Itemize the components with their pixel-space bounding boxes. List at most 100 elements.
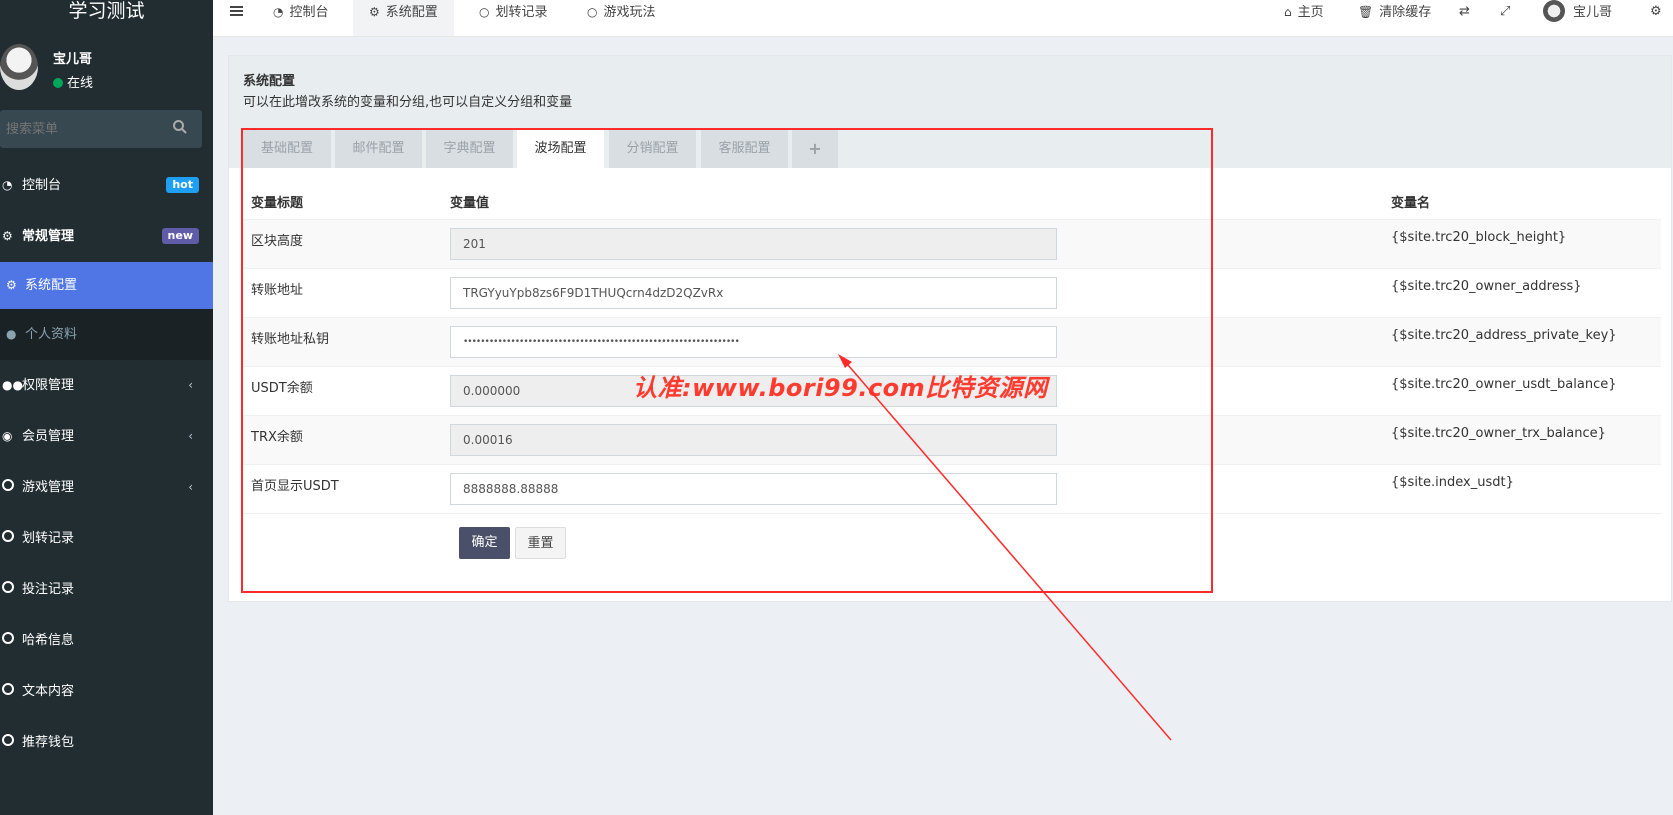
table-row: TRX余额 0.00016 {$site.trc20_owner_trx_bal…	[243, 415, 1661, 465]
sidebar-item-label: 控制台	[22, 178, 62, 193]
tab-game-rules[interactable]: ○ 游戏玩法	[587, 0, 656, 36]
menu-toggle-icon[interactable]	[230, 6, 243, 17]
tab-mail[interactable]: 邮件配置	[335, 130, 422, 168]
variable-name: {$site.index_usdt}	[1391, 475, 1514, 490]
reset-button[interactable]: 重置	[515, 527, 566, 559]
new-badge: new	[161, 228, 199, 244]
user-name: 宝儿哥	[1573, 5, 1613, 20]
column-header-name: 变量名	[1391, 196, 1431, 211]
tab-transfers[interactable]: ○ 划转记录	[479, 0, 548, 36]
tab-basic[interactable]: 基础配置	[243, 130, 331, 168]
table-row: 转账地址私钥 •••••••••••••••••••••••••••••••••…	[243, 317, 1661, 367]
variable-name: {$site.trc20_owner_trx_balance}	[1391, 426, 1606, 441]
sidebar-item-bets[interactable]: 投注记录	[0, 564, 213, 615]
search-icon[interactable]	[172, 119, 188, 135]
menu-search	[0, 110, 202, 148]
sidebar-item-label: 划转记录	[22, 531, 75, 546]
hot-badge: hot	[166, 177, 199, 193]
chevron-left-icon: ‹	[188, 480, 193, 494]
sidebar-item-wallet[interactable]: 推荐钱包	[0, 717, 213, 768]
divider	[243, 513, 1661, 515]
cogs-icon: ⚙	[2, 229, 13, 243]
circle-icon: ○	[587, 5, 598, 19]
sidebar-item-hash-info[interactable]: 哈希信息	[0, 615, 213, 666]
user-status: 在线	[53, 72, 93, 91]
home-icon: ⌂	[1284, 5, 1292, 19]
gear-icon: ⚙	[369, 5, 380, 19]
app-brand[interactable]: 学习测试	[0, 0, 213, 26]
sidebar-item-general[interactable]: ⚙ 常规管理 new	[0, 211, 213, 262]
user-menu[interactable]: 宝儿哥	[1543, 0, 1612, 36]
avatar	[0, 44, 38, 90]
confirm-button[interactable]: 确定	[459, 527, 510, 559]
tab-label: 控制台	[289, 5, 329, 20]
sidebar-item-profile[interactable]: ● 个人资料	[0, 309, 213, 360]
tab-system-config[interactable]: ⚙ 系统配置	[353, 0, 454, 36]
translate-icon[interactable]: ⇄	[1459, 0, 1470, 36]
config-panel: 系统配置 可以在此增改系统的变量和分组,也可以自定义分组和变量 基础配置 邮件配…	[228, 55, 1672, 602]
menu-search-input[interactable]	[0, 110, 168, 148]
sidebar-item-transfers[interactable]: 划转记录	[0, 513, 213, 564]
sidebar-item-label: 文本内容	[22, 684, 75, 699]
add-tab-button[interactable]: +	[792, 130, 838, 168]
variable-name: {$site.trc20_owner_address}	[1391, 279, 1582, 294]
sidebar-item-label: 常规管理	[22, 229, 75, 244]
sidebar-item-members[interactable]: ◉ 会员管理 ‹	[0, 411, 213, 462]
tab-label: 游戏玩法	[603, 5, 656, 20]
value-input[interactable]: 201	[450, 228, 1057, 260]
home-link[interactable]: ⌂ 主页	[1284, 0, 1324, 36]
tab-dashboard[interactable]: ◔ 控制台	[273, 0, 329, 36]
column-header-title: 变量标题	[251, 196, 304, 211]
sidebar-menu: ◔ 控制台 hot ⚙ 常规管理 new ⚙ 系统配置 ● 个人资料 ●● 权限…	[0, 160, 213, 768]
home-label: 主页	[1297, 5, 1324, 20]
settings-icon[interactable]: ⚙	[1650, 0, 1662, 36]
page-description: 可以在此增改系统的变量和分组,也可以自定义分组和变量	[243, 95, 573, 110]
sidebar-item-system-config[interactable]: ⚙ 系统配置	[0, 262, 213, 309]
top-navbar: ◔ 控制台 ⚙ 系统配置 ○ 划转记录 ○ 游戏玩法 ⌂ 主页 🗑 清除缓存 ⇄ ⤢ 宝儿哥…	[213, 0, 1673, 37]
sidebar-item-label: 系统配置	[25, 278, 78, 293]
sidebar-item-label: 会员管理	[22, 429, 75, 444]
tab-label: 系统配置	[385, 5, 438, 20]
sidebar-item-dashboard[interactable]: ◔ 控制台 hot	[0, 160, 213, 211]
chevron-left-icon: ‹	[188, 429, 193, 443]
value-input[interactable]: TRGYyuYpb8zs6F9D1THUQcrn4dzD2QZvRx	[450, 277, 1057, 309]
value-input[interactable]: 0.00016	[450, 424, 1057, 456]
variable-name: {$site.trc20_owner_usdt_balance}	[1391, 377, 1617, 392]
table-row: 首页显示USDT 8888888.88888 {$site.index_usdt…	[243, 464, 1661, 514]
dashboard-icon: ◔	[273, 5, 284, 19]
table-row: 转账地址 TRGYyuYpb8zs6F9D1THUQcrn4dzD2QZvRx …	[243, 268, 1661, 318]
row-title: 区块高度	[251, 234, 304, 249]
page-title: 系统配置	[243, 74, 296, 89]
dashboard-icon: ◔	[2, 178, 13, 192]
chevron-left-icon: ‹	[188, 378, 193, 392]
clear-cache-button[interactable]: 🗑 清除缓存	[1358, 0, 1431, 36]
user-panel: 宝儿哥 在线	[0, 44, 213, 94]
avatar	[1543, 0, 1565, 22]
circle-icon	[2, 513, 18, 564]
column-header-value: 变量值	[450, 196, 490, 211]
user-icon: ●	[6, 327, 17, 341]
sidebar-item-label: 投注记录	[22, 582, 75, 597]
value-input[interactable]: 8888888.88888	[450, 473, 1057, 505]
sidebar-item-permissions[interactable]: ●● 权限管理 ‹	[0, 360, 213, 411]
sidebar-item-games[interactable]: 游戏管理 ‹	[0, 462, 213, 513]
watermark-text: 认准:www.bori99.com比特资源网	[633, 374, 1048, 402]
user-name: 宝儿哥	[53, 52, 93, 67]
tab-support[interactable]: 客服配置	[701, 130, 788, 168]
tab-dictionary[interactable]: 字典配置	[426, 130, 513, 168]
sidebar-item-label: 游戏管理	[22, 480, 75, 495]
sidebar-item-text-content[interactable]: 文本内容	[0, 666, 213, 717]
gear-icon: ⚙	[6, 278, 17, 292]
row-title: 首页显示USDT	[251, 479, 339, 494]
circle-icon	[2, 564, 18, 615]
tab-label: 划转记录	[495, 5, 548, 20]
fullscreen-icon[interactable]: ⤢	[1500, 0, 1510, 36]
password-input[interactable]: ••••••••••••••••••••••••••••••••••••••••…	[450, 326, 1057, 358]
tab-distribution[interactable]: 分销配置	[609, 130, 696, 168]
tab-tron[interactable]: 波场配置	[517, 130, 604, 168]
sidebar-item-label: 哈希信息	[22, 633, 75, 648]
variable-name: {$site.trc20_address_private_key}	[1391, 328, 1617, 343]
sidebar-item-label: 权限管理	[22, 378, 75, 393]
user-circle-icon: ◉	[2, 429, 13, 443]
sidebar-item-label: 个人资料	[25, 327, 78, 342]
